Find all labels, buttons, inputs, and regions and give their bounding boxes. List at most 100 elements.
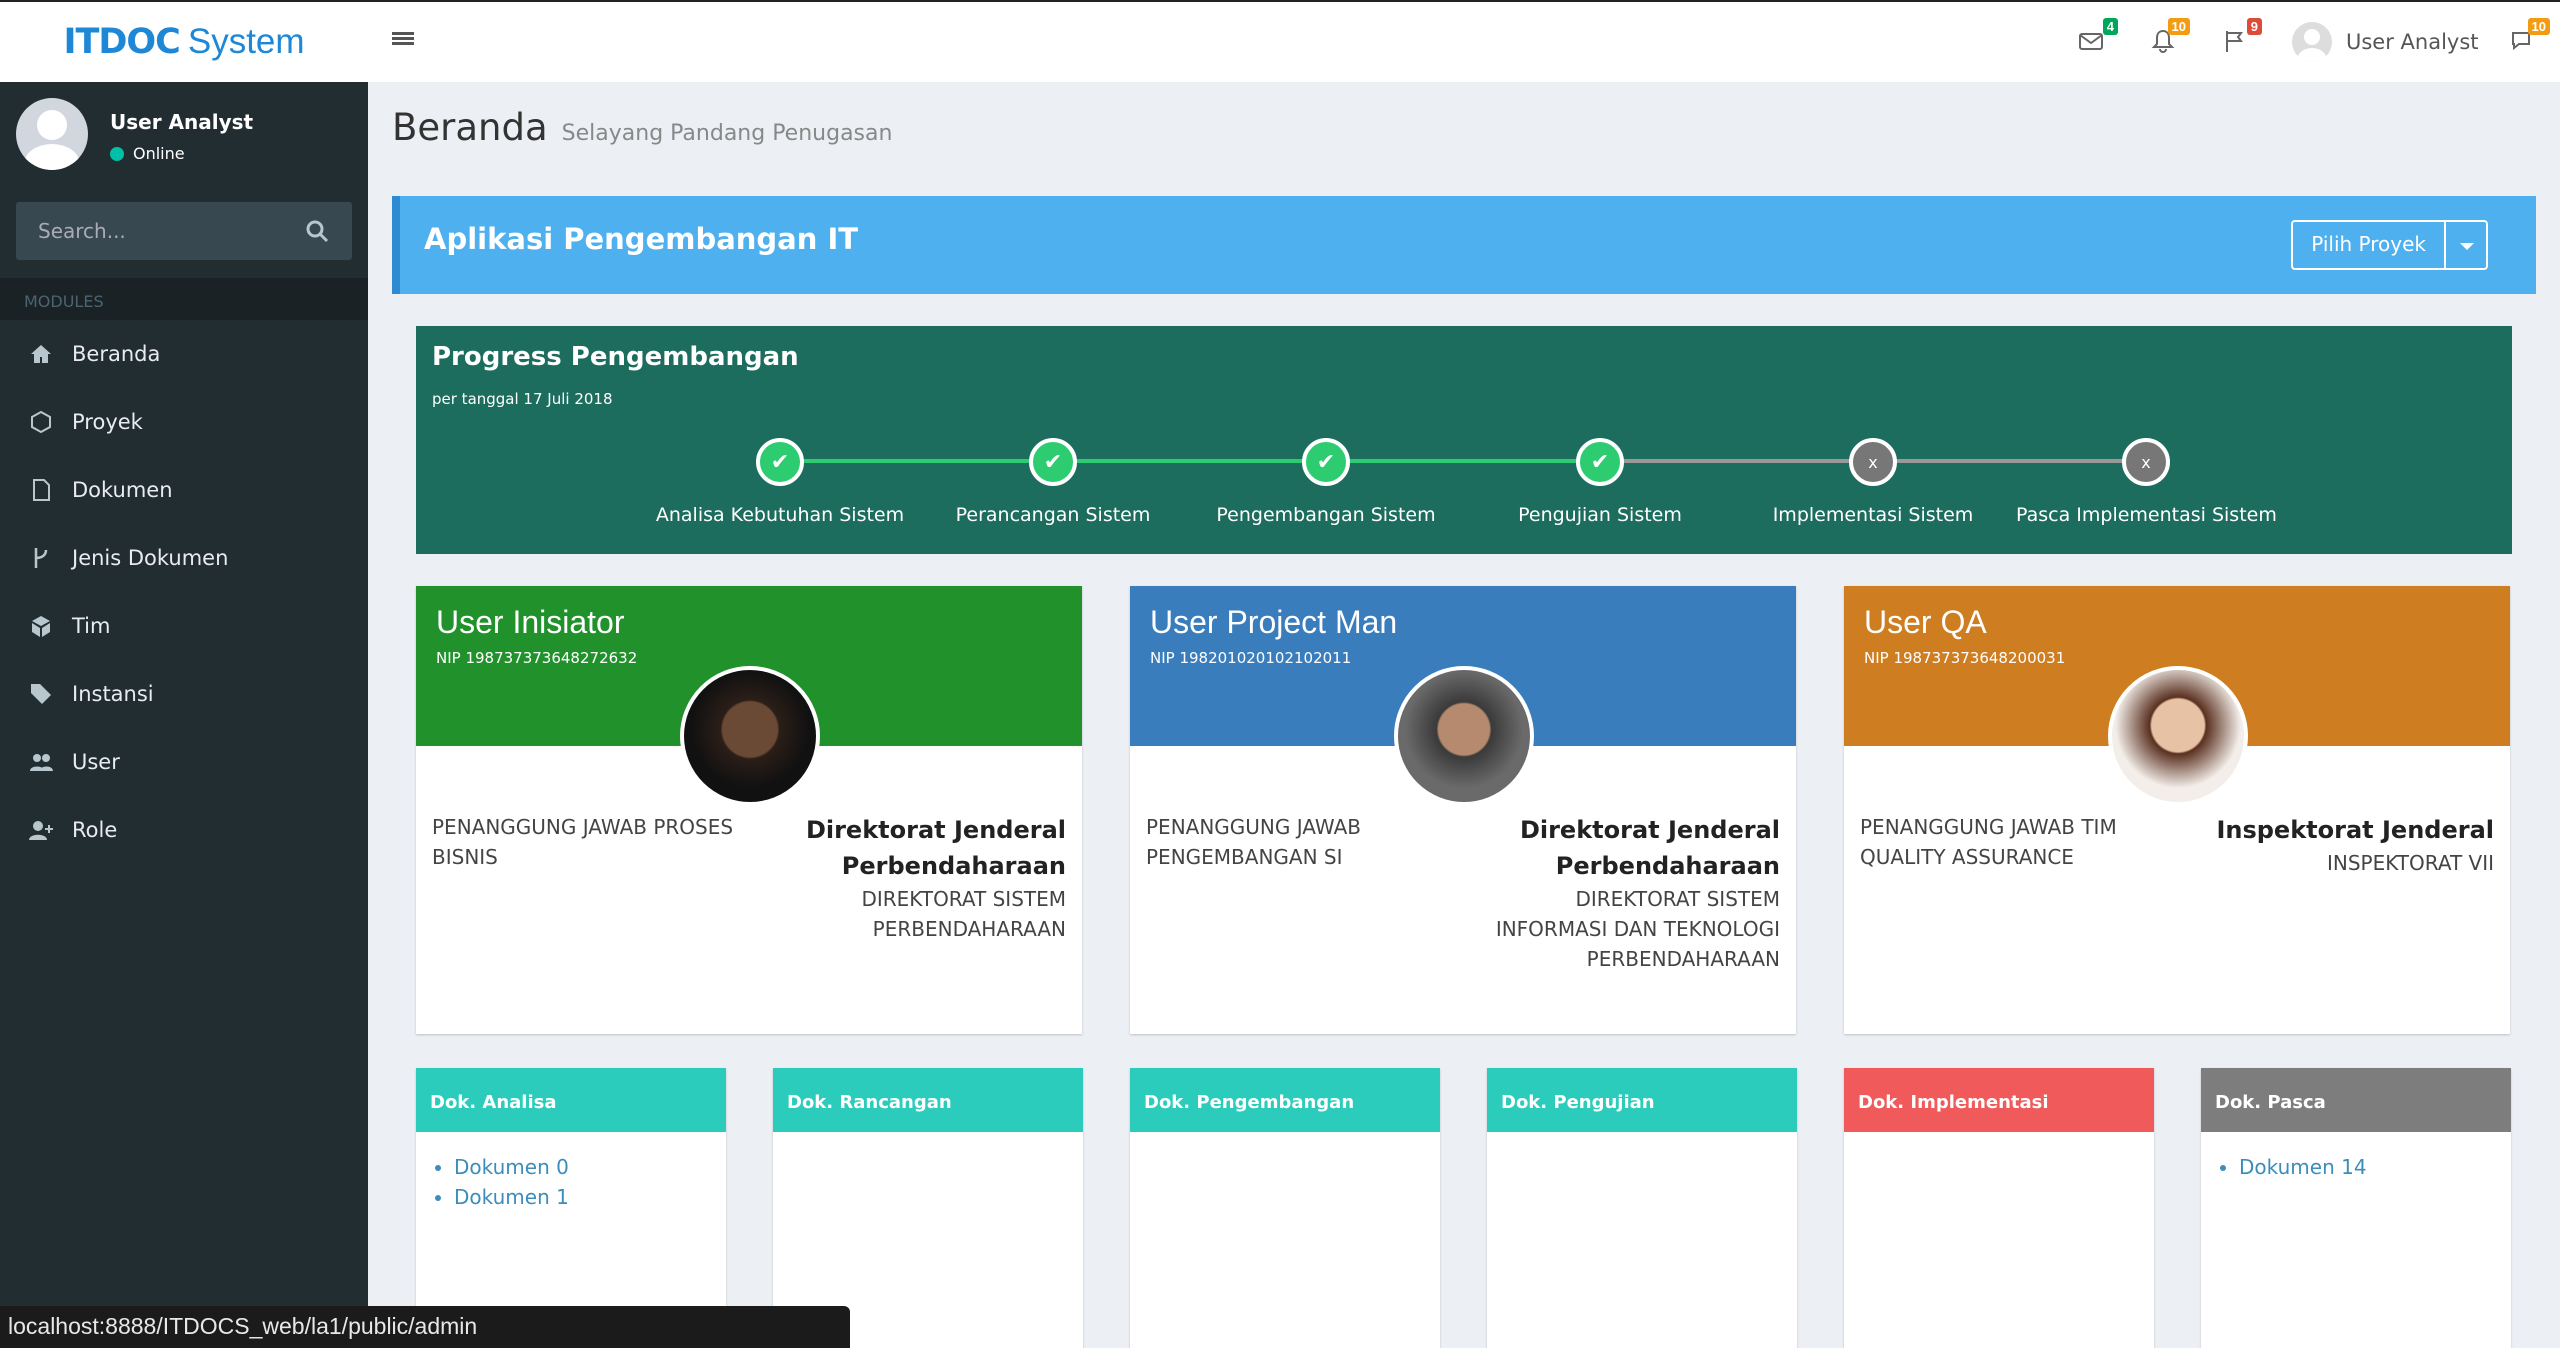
check-icon: ✔: [756, 438, 804, 486]
progress-step: ✔ Analisa Kebutuhan Sistem: [650, 438, 910, 526]
progress-step: x Implementasi Sistem: [1743, 438, 2003, 526]
doc-card-header: Dok. Implementasi: [1844, 1068, 2154, 1132]
page-header: Beranda Selayang Pandang Penugasan: [392, 106, 892, 149]
user-card-title: User QA: [1864, 604, 1987, 640]
messages-badge: 4: [2102, 18, 2118, 35]
page-title: Beranda: [392, 106, 548, 149]
doc-card-header: Dok. Pengembangan: [1130, 1068, 1440, 1132]
check-icon: ✔: [1029, 438, 1077, 486]
notifications-badge: 10: [2167, 18, 2190, 35]
banner-title: Aplikasi Pengembangan IT: [424, 222, 859, 256]
user-org: Inspektorat Jenderal INSPEKTORAT VII: [2174, 812, 2494, 878]
sidebar-item-jenis-dokumen[interactable]: Jenis Dokumen: [0, 524, 368, 592]
user-role: PENANGGUNG JAWAB PROSES BISNIS: [432, 815, 734, 869]
progress-date: per tanggal 17 Juli 2018: [432, 390, 613, 408]
user-org: Direktorat Jenderal Perbendaharaan DIREKT…: [746, 812, 1066, 944]
progress-step: ✔ Pengujian Sistem: [1470, 438, 1730, 526]
progress-step-label: Implementasi Sistem: [1772, 504, 1974, 526]
user-avatar: [2292, 22, 2332, 62]
user-photo: [680, 666, 820, 806]
top-navbar: ITDOC System 4 10 9 User Analyst 10: [0, 0, 2560, 82]
cube-icon: [31, 410, 51, 434]
chat-icon[interactable]: 10: [2510, 18, 2550, 56]
sidebar-avatar: [16, 98, 88, 170]
flag-icon[interactable]: 9: [2222, 18, 2262, 56]
doc-list: Dokumen 14: [2239, 1152, 2511, 1182]
user-plus-icon: [29, 821, 53, 840]
progress-step-label: Pasca Implementasi Sistem: [2016, 504, 2277, 526]
progress-step-label: Pengujian Sistem: [1518, 504, 1682, 526]
browser-status-bar: localhost:8888/ITDOCS_web/la1/public/adm…: [0, 1306, 850, 1348]
project-banner: Aplikasi Pengembangan IT Pilih Proyek: [392, 196, 2536, 294]
pilih-proyek-label: Pilih Proyek: [2293, 222, 2446, 268]
doc-link[interactable]: Dokumen 0: [454, 1152, 726, 1182]
sidebar: User Analyst Online Search... MODULES Be…: [0, 82, 368, 1348]
chat-badge: 10: [2527, 18, 2550, 35]
tags-icon: [31, 684, 51, 704]
user-card: User Inisiator NIP 198737373648272632 PE…: [416, 586, 1082, 1034]
tasks-badge: 9: [2246, 18, 2262, 35]
user-org-main: Inspektorat Jenderal: [2216, 816, 2494, 844]
progress-step: ✔ Perancangan Sistem: [923, 438, 1183, 526]
search-icon[interactable]: [304, 218, 330, 244]
pdf-file-icon: [33, 479, 50, 501]
sidebar-menu: Beranda Proyek Dokumen Jenis Dokumen Tim…: [0, 320, 368, 864]
user-card-title: User Inisiator: [436, 604, 625, 640]
user-nip: NIP 198201020102102011: [1150, 649, 1352, 667]
user-org-main: Direktorat Jenderal Perbendaharaan: [805, 816, 1066, 880]
sidebar-item-role[interactable]: Role: [0, 796, 368, 864]
doc-card-header: Dok. Pasca: [2201, 1068, 2511, 1132]
branch-icon: [34, 548, 48, 568]
x-icon: x: [1849, 438, 1897, 486]
sidebar-search-input[interactable]: Search...: [16, 202, 352, 260]
user-menu[interactable]: User Analyst: [2292, 22, 2479, 62]
users-icon: [30, 754, 53, 771]
progress-step: ✔ Pengembangan Sistem: [1196, 438, 1456, 526]
progress-panel: Progress Pengembangan per tanggal 17 Jul…: [416, 326, 2512, 554]
progress-step: x Pasca Implementasi Sistem: [2016, 438, 2277, 526]
x-icon: x: [2122, 438, 2170, 486]
user-card-title: User Project Man: [1150, 604, 1398, 640]
sidebar-toggle-icon[interactable]: [392, 30, 414, 50]
notifications-icon[interactable]: 10: [2150, 18, 2190, 56]
pilih-proyek-button[interactable]: Pilih Proyek: [2291, 220, 2488, 270]
user-org: Direktorat Jenderal Perbendaharaan DIREKT…: [1460, 812, 1780, 974]
user-name: User Analyst: [2346, 30, 2479, 54]
doc-link[interactable]: Dokumen 1: [454, 1182, 726, 1212]
user-photo: [1394, 666, 1534, 806]
user-nip: NIP 198737373648272632: [436, 649, 638, 667]
sidebar-item-beranda[interactable]: Beranda: [0, 320, 368, 388]
sidebar-item-user[interactable]: User: [0, 728, 368, 796]
doc-card-header: Dok. Analisa: [416, 1068, 726, 1132]
sidebar-user-name: User Analyst: [110, 110, 254, 134]
doc-list: Dokumen 0Dokumen 1: [454, 1152, 726, 1212]
sidebar-item-dokumen[interactable]: Dokumen: [0, 456, 368, 524]
home-icon: [31, 345, 51, 363]
check-icon: ✔: [1576, 438, 1624, 486]
sidebar-user-panel: User Analyst Online: [16, 98, 253, 170]
messages-icon[interactable]: 4: [2078, 18, 2118, 56]
doc-card: Dok. Pengembangan: [1130, 1068, 1440, 1348]
progress-step-label: Pengembangan Sistem: [1216, 504, 1436, 526]
user-org-unit: DIREKTORAT SISTEM PERBENDAHARAAN: [861, 887, 1066, 941]
doc-card: Dok. Implementasi: [1844, 1068, 2154, 1348]
online-status: Online: [110, 144, 253, 163]
doc-link[interactable]: Dokumen 14: [2239, 1152, 2511, 1182]
progress-step-label: Perancangan Sistem: [955, 504, 1151, 526]
user-card: User QA NIP 198737373648200031 PENANGGUN…: [1844, 586, 2510, 1034]
sidebar-item-tim[interactable]: Tim: [0, 592, 368, 660]
check-icon: ✔: [1302, 438, 1350, 486]
user-card: User Project Man NIP 198201020102102011 …: [1130, 586, 1796, 1034]
doc-card-header: Dok. Pengujian: [1487, 1068, 1797, 1132]
caret-down-icon[interactable]: [2446, 222, 2486, 268]
box-icon: [32, 616, 50, 637]
page-subtitle: Selayang Pandang Penugasan: [561, 121, 893, 146]
app-logo[interactable]: ITDOC System: [0, 2, 368, 82]
user-org-unit: INSPEKTORAT VII: [2326, 851, 2494, 875]
sidebar-item-proyek[interactable]: Proyek: [0, 388, 368, 456]
modules-header: MODULES: [0, 278, 368, 320]
sidebar-item-instansi[interactable]: Instansi: [0, 660, 368, 728]
doc-card: Dok. Pasca Dokumen 14: [2201, 1068, 2511, 1348]
progress-title: Progress Pengembangan: [432, 342, 799, 372]
user-nip: NIP 198737373648200031: [1864, 649, 2066, 667]
